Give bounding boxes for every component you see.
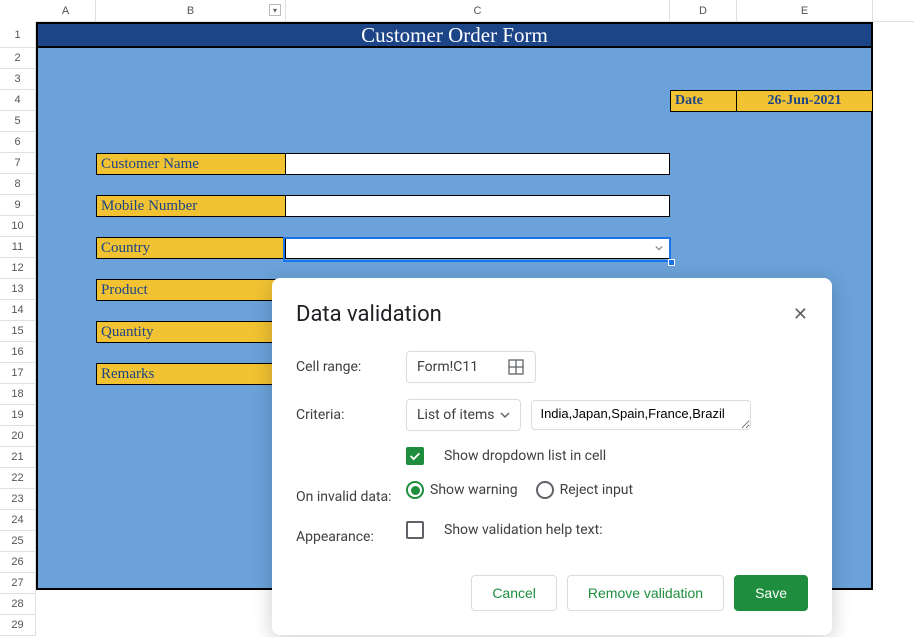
criteria-type-select[interactable]: List of items: [406, 399, 521, 431]
show-dropdown-row: Show dropdown list in cell: [296, 447, 808, 465]
row-headers: 1 2 3 4 5 6 7 8 9 10 11 12 13 14 15 16 1…: [0, 22, 36, 636]
row-num[interactable]: 7: [0, 153, 35, 174]
row-num[interactable]: 18: [0, 384, 35, 405]
col-A[interactable]: A: [36, 0, 96, 21]
reject-input-radio[interactable]: [536, 481, 554, 499]
row-num[interactable]: 26: [0, 552, 35, 573]
row-num[interactable]: 8: [0, 174, 35, 195]
filter-icon[interactable]: ▾: [269, 4, 281, 16]
appearance-label: Appearance:: [296, 521, 406, 545]
row-num[interactable]: 2: [0, 48, 35, 69]
row-num[interactable]: 10: [0, 216, 35, 237]
invalid-data-row: On invalid data: Show warning Reject inp…: [296, 481, 808, 505]
row-num[interactable]: 6: [0, 132, 35, 153]
cell-range-input[interactable]: Form!C11: [406, 351, 536, 383]
row-num[interactable]: 25: [0, 531, 35, 552]
row-num[interactable]: 27: [0, 573, 35, 594]
mobile-number-label: Mobile Number: [96, 195, 286, 217]
field-country: Country: [96, 237, 670, 259]
mobile-number-input[interactable]: [286, 195, 670, 217]
date-value: 26-Jun-2021: [737, 90, 873, 112]
field-remarks: Remarks: [96, 363, 286, 385]
field-mobile-number: Mobile Number: [96, 195, 670, 217]
dialog-title: Data validation: [296, 302, 808, 327]
save-button[interactable]: Save: [734, 575, 808, 611]
help-text-checkbox[interactable]: [406, 521, 424, 539]
row-num[interactable]: 19: [0, 405, 35, 426]
col-D[interactable]: D: [670, 0, 737, 21]
row-num[interactable]: 11: [0, 237, 35, 258]
show-warning-label: Show warning: [430, 482, 518, 498]
row-num[interactable]: 28: [0, 594, 35, 615]
row-num[interactable]: 23: [0, 489, 35, 510]
quantity-label: Quantity: [96, 321, 286, 343]
date-label: Date: [670, 90, 737, 112]
grid-icon[interactable]: [508, 359, 524, 375]
help-text-label: Show validation help text:: [444, 522, 603, 538]
criteria-items-input[interactable]: [531, 400, 751, 430]
remove-validation-button[interactable]: Remove validation: [567, 575, 724, 611]
col-E[interactable]: E: [737, 0, 873, 21]
row-num[interactable]: 15: [0, 321, 35, 342]
chevron-down-icon: [500, 410, 510, 420]
row-num[interactable]: 24: [0, 510, 35, 531]
column-headers: A B▾ C D E: [36, 0, 914, 22]
row-num[interactable]: 29: [0, 615, 35, 636]
row-num[interactable]: 13: [0, 279, 35, 300]
country-input[interactable]: [286, 237, 670, 259]
show-warning-radio[interactable]: [406, 481, 424, 499]
appearance-row: Appearance: Show validation help text:: [296, 521, 808, 545]
show-dropdown-label: Show dropdown list in cell: [444, 448, 606, 464]
selection-handle[interactable]: [668, 259, 675, 266]
criteria-label: Criteria:: [296, 399, 406, 423]
show-dropdown-checkbox[interactable]: [406, 447, 424, 465]
col-B[interactable]: B▾: [96, 0, 286, 21]
row-num[interactable]: 3: [0, 69, 35, 90]
remarks-label: Remarks: [96, 363, 286, 385]
data-validation-dialog: Data validation ✕ Cell range: Form!C11 C…: [272, 278, 832, 635]
reject-input-label: Reject input: [560, 482, 634, 498]
col-C[interactable]: C: [286, 0, 670, 21]
row-num[interactable]: 21: [0, 447, 35, 468]
form-title: Customer Order Form: [36, 22, 873, 48]
cell-range-row: Cell range: Form!C11: [296, 351, 808, 383]
invalid-data-label: On invalid data:: [296, 481, 406, 505]
close-icon[interactable]: ✕: [793, 304, 808, 325]
row-num[interactable]: 22: [0, 468, 35, 489]
row-num[interactable]: 12: [0, 258, 35, 279]
field-customer-name: Customer Name: [96, 153, 670, 175]
row-num[interactable]: 16: [0, 342, 35, 363]
row-num[interactable]: 17: [0, 363, 35, 384]
dropdown-icon[interactable]: [653, 242, 665, 254]
customer-name-input[interactable]: [286, 153, 670, 175]
row-num[interactable]: 1: [0, 22, 35, 48]
row-num[interactable]: 5: [0, 111, 35, 132]
row-num[interactable]: 14: [0, 300, 35, 321]
date-section: Date 26-Jun-2021: [670, 90, 873, 112]
row-num[interactable]: 9: [0, 195, 35, 216]
product-label: Product: [96, 279, 286, 301]
cancel-button[interactable]: Cancel: [471, 575, 557, 611]
dialog-buttons: Cancel Remove validation Save: [296, 575, 808, 611]
customer-name-label: Customer Name: [96, 153, 286, 175]
field-product: Product: [96, 279, 286, 301]
criteria-row: Criteria: List of items: [296, 399, 808, 431]
field-quantity: Quantity: [96, 321, 286, 343]
row-num[interactable]: 20: [0, 426, 35, 447]
cell-range-label: Cell range:: [296, 351, 406, 375]
country-label: Country: [96, 237, 286, 259]
row-num[interactable]: 4: [0, 90, 35, 111]
